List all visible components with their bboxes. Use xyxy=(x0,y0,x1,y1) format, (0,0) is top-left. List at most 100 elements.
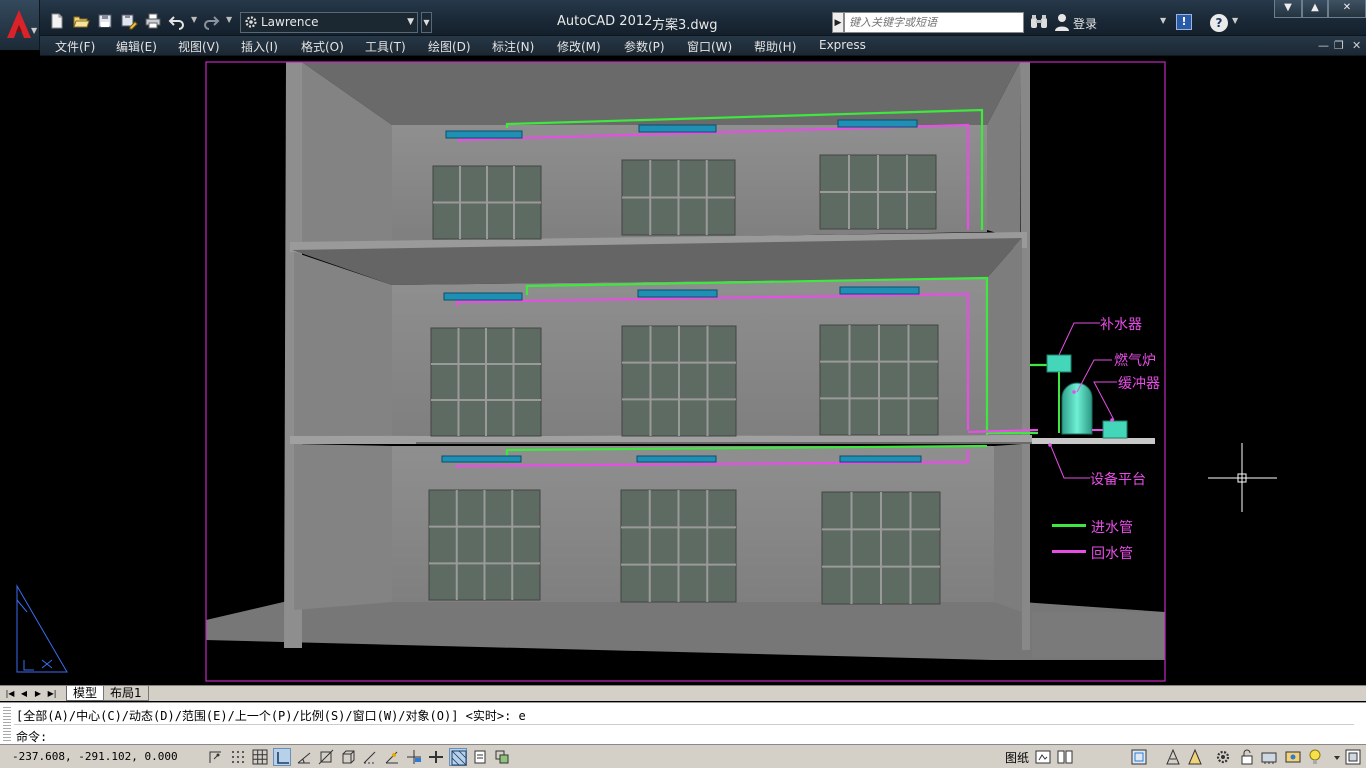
menu-draw[interactable]: 绘图(D) xyxy=(428,38,471,55)
workspace-label: Lawrence xyxy=(261,15,319,29)
quick-access-customize-button[interactable]: ▼ xyxy=(421,12,432,33)
save-icon[interactable] xyxy=(96,12,114,30)
menu-view[interactable]: 视图(V) xyxy=(178,38,220,55)
tab-model[interactable]: 模型 xyxy=(66,686,105,701)
last-tab-button[interactable]: ▶| xyxy=(46,688,58,700)
chevron-down-icon[interactable]: ▼ xyxy=(1232,16,1238,25)
annotation-visibility-icon[interactable] xyxy=(1186,748,1204,766)
status-bar: -237.608, -291.102, 0.000 图纸 xyxy=(0,744,1366,768)
dynamic-ucs-icon[interactable] xyxy=(383,748,401,766)
workspace-switching-icon[interactable] xyxy=(1214,748,1232,766)
hardware-acceleration-icon[interactable] xyxy=(1260,748,1278,766)
chevron-down-icon[interactable]: ▼ xyxy=(1160,16,1166,25)
window-1 xyxy=(432,165,542,240)
app-title: AutoCAD 2012 xyxy=(557,14,653,29)
legend-supply-label: 进水管 xyxy=(1091,520,1133,536)
label-gas-boiler: 燃气炉 xyxy=(1114,353,1156,369)
next-tab-button[interactable]: ▶ xyxy=(32,688,44,700)
quick-view-layouts-icon[interactable] xyxy=(1034,748,1052,766)
command-window-grip[interactable] xyxy=(3,707,11,741)
menu-window[interactable]: 窗口(W) xyxy=(687,38,732,55)
menu-format[interactable]: 格式(O) xyxy=(301,38,344,55)
dynamic-input-icon[interactable] xyxy=(405,748,423,766)
help-icon[interactable]: ? xyxy=(1210,14,1228,32)
new-file-icon[interactable] xyxy=(48,12,66,30)
drawing-canvas[interactable]: 补水器 燃气炉 缓冲器 设备平台 进水管 回水管 xyxy=(2,57,1366,684)
menu-express[interactable]: Express xyxy=(819,38,866,52)
legend-return-label: 回水管 xyxy=(1091,546,1133,562)
application-menu-button[interactable]: ▼ xyxy=(0,0,40,50)
menu-parametric[interactable]: 参数(P) xyxy=(624,38,665,55)
ortho-mode-icon[interactable] xyxy=(273,748,291,766)
doc-close-button[interactable]: ✕ xyxy=(1352,39,1361,52)
menu-modify[interactable]: 修改(M) xyxy=(557,38,601,55)
isolate-objects-icon[interactable] xyxy=(1284,748,1302,766)
clean-screen-icon[interactable] xyxy=(1344,748,1362,766)
show-lineweight-icon[interactable] xyxy=(427,748,445,766)
label-buffer-tank: 缓冲器 xyxy=(1118,376,1160,392)
chevron-down-icon: ▼ xyxy=(407,17,414,27)
snap-mode-icon[interactable] xyxy=(229,748,247,766)
polar-tracking-icon[interactable] xyxy=(295,748,313,766)
lock-icon[interactable] xyxy=(1238,748,1256,766)
quick-view-drawings-icon[interactable] xyxy=(1056,748,1074,766)
paper-space-label[interactable]: 图纸 xyxy=(1005,749,1029,766)
tab-layout1[interactable]: 布局1 xyxy=(103,686,149,701)
login-label[interactable]: 登录 xyxy=(1073,15,1097,32)
binoculars-icon[interactable] xyxy=(1030,14,1048,30)
layout-tabs-bar: |◀ ◀ ▶ ▶| 模型 布局1 xyxy=(0,685,1366,701)
prev-tab-button[interactable]: ◀ xyxy=(18,688,30,700)
legend-return-swatch xyxy=(1052,550,1086,553)
annotation-scale-icon[interactable] xyxy=(1164,748,1182,766)
window-3 xyxy=(819,154,937,230)
menu-bar: 文件(F) 编辑(E) 视图(V) 插入(I) 格式(O) 工具(T) 绘图(D… xyxy=(40,36,1366,56)
selection-cycling-icon[interactable] xyxy=(493,748,511,766)
menu-file[interactable]: 文件(F) xyxy=(55,38,95,55)
menu-edit[interactable]: 编辑(E) xyxy=(116,38,157,55)
save-as-icon[interactable] xyxy=(120,12,138,30)
coordinate-readout[interactable]: -237.608, -291.102, 0.000 xyxy=(12,750,178,763)
maximize-button[interactable]: ▲ xyxy=(1302,0,1328,18)
building-3d-view xyxy=(16,61,1277,682)
command-prompt[interactable]: 命令: xyxy=(16,728,47,745)
infer-constraints-icon[interactable] xyxy=(207,748,225,766)
object-snap-tracking-icon[interactable] xyxy=(361,748,379,766)
user-icon[interactable] xyxy=(1054,13,1070,31)
search-input[interactable] xyxy=(844,12,1024,33)
menu-help[interactable]: 帮助(H) xyxy=(754,38,796,55)
close-button[interactable]: ✕ xyxy=(1328,0,1366,18)
object-snap-icon[interactable] xyxy=(317,748,335,766)
first-tab-button[interactable]: |◀ xyxy=(4,688,16,700)
window-2 xyxy=(621,159,736,236)
open-file-icon[interactable] xyxy=(72,12,90,30)
workspace-selector[interactable]: Lawrence ▼ xyxy=(240,12,418,33)
3d-object-snap-icon[interactable] xyxy=(339,748,357,766)
search-expand-button[interactable]: ▶ xyxy=(832,12,844,33)
grid-display-icon[interactable] xyxy=(251,748,269,766)
menu-dimension[interactable]: 标注(N) xyxy=(492,38,534,55)
plot-icon[interactable] xyxy=(144,12,162,30)
chevron-down-icon: ▼ xyxy=(31,26,38,35)
undo-icon[interactable] xyxy=(168,12,186,30)
undo-dropdown-icon[interactable]: ▼ xyxy=(191,15,197,24)
menu-tools[interactable]: 工具(T) xyxy=(365,38,406,55)
title-bar: ▼ ▼ ▼ Lawrence ▼ ▼ AutoCAD 2012 方案3.dwg … xyxy=(0,0,1366,50)
doc-minimize-button[interactable]: — xyxy=(1318,39,1329,52)
document-title: 方案3.dwg xyxy=(652,18,718,33)
exchange-icon[interactable]: ! xyxy=(1176,14,1192,30)
window-4 xyxy=(430,327,542,437)
minimize-button[interactable]: ▼ xyxy=(1274,0,1302,18)
quick-properties-icon[interactable] xyxy=(471,748,489,766)
doc-restore-button[interactable]: ❐ xyxy=(1334,39,1344,52)
status-bar-menu-icon[interactable] xyxy=(1328,748,1340,766)
crosshair-cursor xyxy=(1208,443,1277,512)
redo-dropdown-icon[interactable]: ▼ xyxy=(226,15,232,24)
command-history-line: [全部(A)/中心(C)/动态(D)/范围(E)/上一个(P)/比例(S)/窗口… xyxy=(16,709,526,723)
ucs-icon xyxy=(16,584,68,673)
transparency-icon[interactable] xyxy=(449,748,467,766)
lightbulb-icon[interactable] xyxy=(1306,748,1324,766)
redo-icon[interactable] xyxy=(202,12,220,30)
window-6 xyxy=(819,324,939,436)
menu-insert[interactable]: 插入(I) xyxy=(241,38,278,55)
maximize-viewport-icon[interactable] xyxy=(1130,748,1148,766)
